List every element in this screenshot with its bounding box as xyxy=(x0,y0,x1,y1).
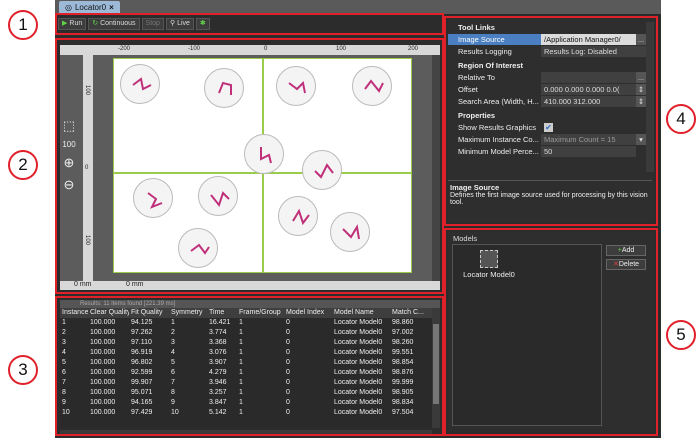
callout-1: 1 xyxy=(8,10,38,40)
callout-3: 3 xyxy=(8,355,38,385)
highlight-box-models xyxy=(444,228,658,436)
callout-5: 5 xyxy=(666,320,696,350)
highlight-box-image xyxy=(55,38,444,294)
callout-2: 2 xyxy=(8,150,38,180)
highlight-box-results xyxy=(55,296,444,436)
highlight-box-properties xyxy=(444,16,658,226)
callout-4: 4 xyxy=(666,104,696,134)
tab-strip: ◎ Locator0 × xyxy=(55,0,661,14)
highlight-box-toolbar xyxy=(55,13,444,35)
